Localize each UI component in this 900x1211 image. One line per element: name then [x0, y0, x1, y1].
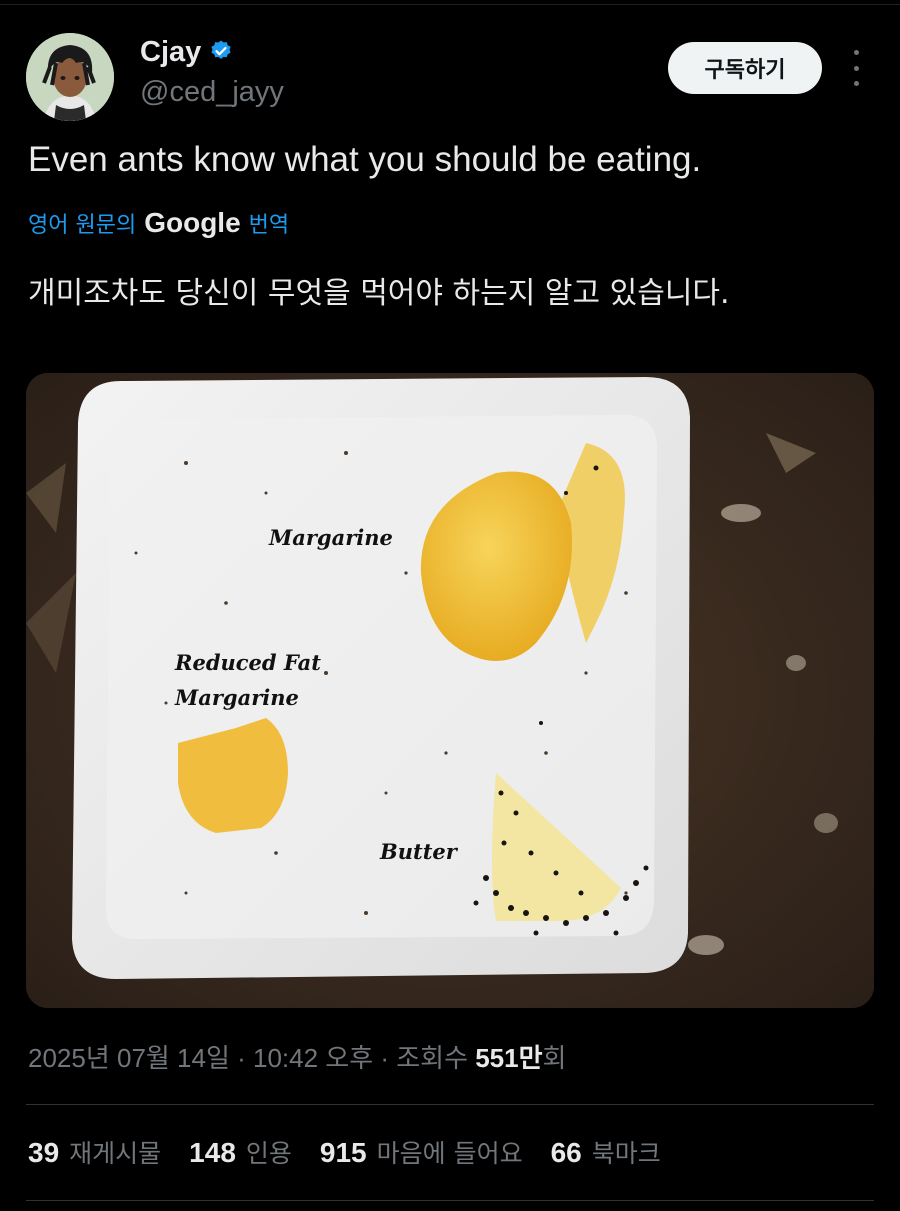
timestamp-views: 2025년 07월 14일 · 10:42 오후 · 조회수 551만회 [28, 1038, 566, 1075]
label-reduced-fat-line1: Reduced Fat [175, 650, 321, 675]
more-vertical-icon[interactable] [843, 50, 869, 86]
stat-bookmarks[interactable]: 66 북마크 [551, 1134, 661, 1170]
tweet-text: Even ants know what you should be eating… [28, 140, 702, 179]
reposts-count: 39 [28, 1137, 60, 1168]
top-divider [0, 4, 900, 5]
author-name-row[interactable]: Cjay [140, 36, 233, 69]
stat-likes[interactable]: 915 마음에 들어요 [320, 1134, 523, 1170]
label-margarine: Margarine [269, 525, 393, 550]
bookmarks-count: 66 [550, 1137, 582, 1168]
stat-quotes[interactable]: 148 인용 [189, 1134, 292, 1170]
likes-label: 마음에 들어요 [376, 1139, 523, 1168]
view-count-suffix: 회 [542, 1043, 567, 1073]
engagement-stats: 39 재게시물 148 인용 915 마음에 들어요 66 북마크 [28, 1134, 661, 1170]
divider-bottom-stats [26, 1200, 874, 1201]
quotes-count: 148 [189, 1137, 236, 1168]
stat-reposts[interactable]: 39 재게시물 [28, 1134, 161, 1170]
reposts-label: 재게시물 [69, 1139, 162, 1168]
view-count: 551만 [475, 1043, 543, 1073]
author-handle[interactable]: @ced_jayy [140, 76, 284, 109]
bookmarks-label: 북마크 [591, 1139, 661, 1168]
ants-tray-photo [26, 373, 874, 1008]
likes-count: 915 [319, 1137, 367, 1168]
quotes-label: 인용 [245, 1139, 292, 1168]
translation-attribution[interactable]: 영어 원문의 Google 번역 [28, 207, 289, 239]
avatar-image [26, 33, 114, 121]
label-reduced-fat-line2: Margarine [175, 685, 299, 710]
tweet-photo[interactable]: Margarine Reduced Fat Margarine Butter [26, 373, 874, 1008]
translate-suffix: 번역 [248, 213, 290, 238]
verified-badge-icon [209, 39, 233, 67]
divider-top-stats [26, 1104, 874, 1105]
avatar[interactable] [26, 33, 114, 121]
google-logo-text: Google [144, 207, 241, 238]
translated-text: 개미조차도 당신이 무엇을 먹어야 하는지 알고 있습니다. [28, 276, 730, 311]
display-name[interactable]: Cjay [140, 36, 201, 69]
label-butter: Butter [380, 839, 457, 864]
timestamp-text: 2025년 07월 14일 · 10:42 오후 · 조회수 [28, 1043, 476, 1073]
subscribe-button[interactable]: 구독하기 [668, 42, 822, 94]
translate-prefix: 영어 원문의 [28, 213, 137, 238]
